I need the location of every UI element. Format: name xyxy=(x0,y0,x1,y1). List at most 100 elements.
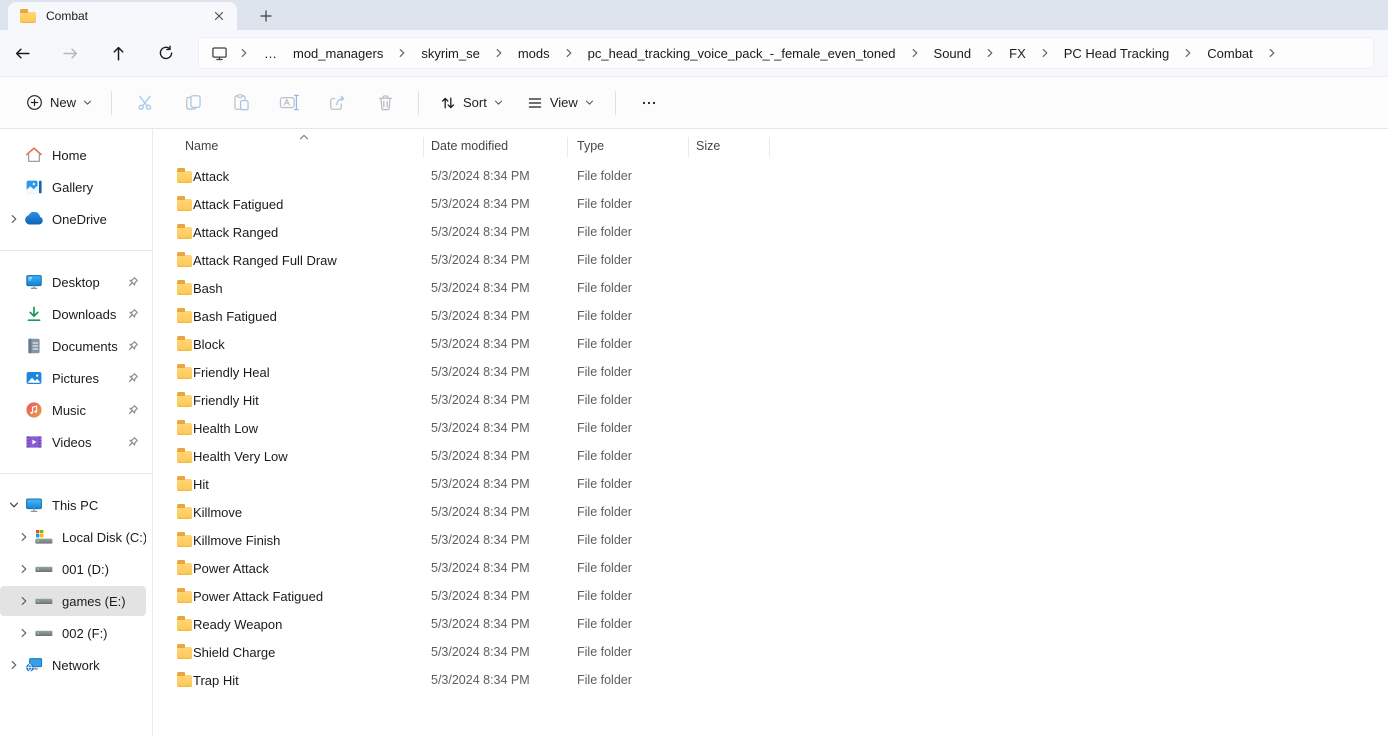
sidebar-item-music[interactable]: Music xyxy=(0,395,146,425)
sidebar-item-desktop[interactable]: Desktop xyxy=(0,267,146,297)
file-row[interactable]: Bash Fatigued 5/3/2024 8:34 PM File folder xyxy=(153,302,1388,330)
address-bar[interactable]: … mod_managers skyrim_se mods pc_head_track… xyxy=(198,37,1374,69)
sidebar-item-label: 001 (D:) xyxy=(62,561,109,577)
new-plus-circle-icon xyxy=(26,94,43,111)
breadcrumb-segment[interactable]: Sound xyxy=(927,41,979,66)
sidebar-item-home[interactable]: Home xyxy=(0,140,146,170)
chevron-right-icon[interactable] xyxy=(390,48,414,58)
file-row[interactable]: Trap Hit 5/3/2024 8:34 PM File folder xyxy=(153,666,1388,694)
file-row[interactable]: Attack 5/3/2024 8:34 PM File folder xyxy=(153,162,1388,190)
chevron-right-icon[interactable] xyxy=(557,48,581,58)
delete-button[interactable] xyxy=(365,85,405,121)
column-resize-handle[interactable] xyxy=(769,137,770,157)
file-name: Bash xyxy=(193,280,223,296)
file-row[interactable]: Health Low 5/3/2024 8:34 PM File folder xyxy=(153,414,1388,442)
chevron-right-icon[interactable] xyxy=(903,48,927,58)
sidebar-item-gallery[interactable]: Gallery xyxy=(0,172,146,202)
breadcrumb-segment[interactable]: skyrim_se xyxy=(414,41,487,66)
column-header-date-modified[interactable]: Date modified xyxy=(431,139,508,153)
file-row[interactable]: Power Attack Fatigued 5/3/2024 8:34 PM Fil… xyxy=(153,582,1388,610)
sidebar-item-pictures[interactable]: Pictures xyxy=(0,363,146,393)
more-options-button[interactable] xyxy=(629,85,669,121)
sidebar-item-downloads[interactable]: Downloads xyxy=(0,299,146,329)
file-row[interactable]: Friendly Heal 5/3/2024 8:34 PM File folder xyxy=(153,358,1388,386)
new-button[interactable]: New xyxy=(16,85,102,121)
column-header-type[interactable]: Type xyxy=(577,139,604,153)
file-row[interactable]: Friendly Hit 5/3/2024 8:34 PM File folder xyxy=(153,386,1388,414)
folder-icon xyxy=(177,224,192,239)
chevron-right-icon[interactable] xyxy=(232,48,256,58)
sidebar-item-network[interactable]: Network xyxy=(0,650,146,680)
folder-icon xyxy=(177,308,192,323)
view-button[interactable]: View xyxy=(517,85,604,121)
gallery-icon xyxy=(24,178,44,196)
sidebar-item-games-e[interactable]: games (E:) xyxy=(0,586,146,616)
sort-button[interactable]: Sort xyxy=(430,85,513,121)
chevron-right-icon[interactable] xyxy=(16,532,32,542)
file-row[interactable]: Attack Ranged Full Draw 5/3/2024 8:34 PM F… xyxy=(153,246,1388,274)
sidebar-item-002-f[interactable]: 002 (F:) xyxy=(0,618,146,648)
breadcrumb-segment[interactable]: FX xyxy=(1002,41,1033,66)
file-date-modified: 5/3/2024 8:34 PM xyxy=(431,197,530,211)
file-date-modified: 5/3/2024 8:34 PM xyxy=(431,169,530,183)
breadcrumb-segment[interactable]: Combat xyxy=(1200,41,1260,66)
cut-button[interactable] xyxy=(125,85,165,121)
column-header-size[interactable]: Size xyxy=(696,139,720,153)
file-row[interactable]: Power Attack 5/3/2024 8:34 PM File folder xyxy=(153,554,1388,582)
chevron-right-icon[interactable] xyxy=(16,596,32,606)
chevron-right-icon[interactable] xyxy=(1033,48,1057,58)
chevron-down-icon[interactable] xyxy=(6,500,22,510)
sidebar-item-this-pc[interactable]: This PC xyxy=(0,490,146,520)
sidebar-item-documents[interactable]: Documents xyxy=(0,331,146,361)
file-row[interactable]: Bash 5/3/2024 8:34 PM File folder xyxy=(153,274,1388,302)
sidebar-item-label: Music xyxy=(52,402,86,418)
file-row[interactable]: Attack Ranged 5/3/2024 8:34 PM File folder xyxy=(153,218,1388,246)
breadcrumb-segment[interactable]: mods xyxy=(511,41,557,66)
up-button[interactable] xyxy=(102,37,134,69)
chevron-right-icon[interactable] xyxy=(6,214,22,224)
chevron-right-icon[interactable] xyxy=(1176,48,1200,58)
share-button[interactable] xyxy=(317,85,357,121)
paste-button[interactable] xyxy=(221,85,261,121)
forward-button[interactable] xyxy=(54,37,86,69)
breadcrumb-segment[interactable]: pc_head_tracking_voice_pack_-_female_eve… xyxy=(581,41,903,66)
chevron-right-icon[interactable] xyxy=(1260,48,1284,58)
breadcrumb-segment[interactable]: PC Head Tracking xyxy=(1057,41,1177,66)
tab-combat[interactable]: Combat xyxy=(8,2,237,30)
sidebar-item-label: Documents xyxy=(52,338,118,354)
file-type: File folder xyxy=(577,337,632,351)
close-tab-icon[interactable] xyxy=(207,5,231,27)
rename-button[interactable] xyxy=(269,85,309,121)
sidebar-item-001-d[interactable]: 001 (D:) xyxy=(0,554,146,584)
column-header-name[interactable]: Name xyxy=(185,139,218,153)
chevron-right-icon[interactable] xyxy=(16,628,32,638)
sidebar-item-onedrive[interactable]: OneDrive xyxy=(0,204,146,234)
file-row[interactable]: Killmove 5/3/2024 8:34 PM File folder xyxy=(153,498,1388,526)
file-row[interactable]: Attack Fatigued 5/3/2024 8:34 PM File fold… xyxy=(153,190,1388,218)
file-row[interactable]: Block 5/3/2024 8:34 PM File folder xyxy=(153,330,1388,358)
chevron-right-icon[interactable] xyxy=(978,48,1002,58)
column-resize-handle[interactable] xyxy=(423,137,424,157)
breadcrumb-overflow[interactable]: … xyxy=(256,41,286,66)
file-row[interactable]: Shield Charge 5/3/2024 8:34 PM File folder xyxy=(153,638,1388,666)
folder-icon xyxy=(177,336,192,351)
new-tab-button[interactable] xyxy=(251,2,281,30)
file-row[interactable]: Health Very Low 5/3/2024 8:34 PM File fold… xyxy=(153,442,1388,470)
refresh-button[interactable] xyxy=(150,37,182,69)
column-resize-handle[interactable] xyxy=(567,137,568,157)
back-button[interactable] xyxy=(6,37,38,69)
file-row[interactable]: Ready Weapon 5/3/2024 8:34 PM File folder xyxy=(153,610,1388,638)
file-date-modified: 5/3/2024 8:34 PM xyxy=(431,673,530,687)
file-row[interactable]: Killmove Finish 5/3/2024 8:34 PM File fold… xyxy=(153,526,1388,554)
toolbar-divider xyxy=(111,90,113,115)
column-resize-handle[interactable] xyxy=(688,137,689,157)
chevron-right-icon[interactable] xyxy=(6,660,22,670)
chevron-right-icon[interactable] xyxy=(16,564,32,574)
file-row[interactable]: Hit 5/3/2024 8:34 PM File folder xyxy=(153,470,1388,498)
copy-button[interactable] xyxy=(173,85,213,121)
chevron-right-icon[interactable] xyxy=(487,48,511,58)
this-pc-icon xyxy=(24,496,44,514)
breadcrumb-segment[interactable]: mod_managers xyxy=(286,41,390,66)
sidebar-item-local-disk-c[interactable]: Local Disk (C:) xyxy=(0,522,146,552)
sidebar-item-videos[interactable]: Videos xyxy=(0,427,146,457)
